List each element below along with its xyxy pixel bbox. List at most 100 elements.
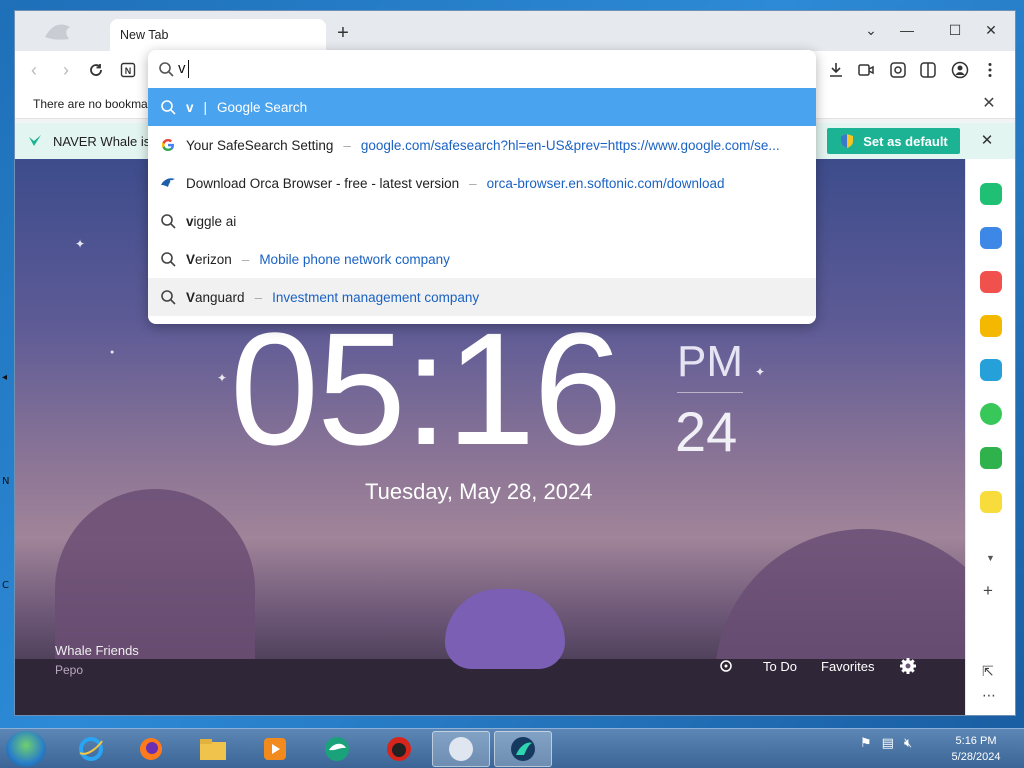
menu-button[interactable] (979, 59, 1001, 81)
flag-icon[interactable]: ⚑ (860, 735, 872, 751)
suggestion-separator: – (241, 251, 250, 267)
capture-button[interactable] (887, 59, 909, 81)
clock-divider (677, 392, 743, 393)
tab-list-chevron-icon[interactable]: ⌄ (859, 19, 883, 41)
suggestion-detail: google.com/safesearch?hl=en-US&prev=http… (360, 137, 780, 153)
memo-app-icon[interactable] (980, 491, 1002, 513)
bookmark-bar-close-button[interactable]: ✕ (979, 94, 999, 114)
maximize-button[interactable]: ☐ (943, 19, 967, 41)
clock-seconds: 24 (675, 400, 738, 463)
taskbar-date: 5/28/2024 (951, 751, 1001, 763)
whale-friends-name: Pepo (55, 663, 84, 677)
orca-icon (158, 173, 178, 193)
internet-explorer-taskbar-icon[interactable] (64, 731, 118, 767)
media-player-taskbar-icon[interactable] (248, 731, 302, 767)
system-tray: ⚑ ▤ 🔇︎ (860, 735, 912, 751)
clock-date: Tuesday, May 28, 2024 (365, 479, 593, 504)
omnibox-suggestion[interactable]: Vanguard – Investment management company (148, 278, 816, 316)
theme-icon (720, 660, 732, 672)
whale-friends-title[interactable]: Whale Friends (55, 643, 139, 658)
omnibox-suggestion[interactable]: Download Orca Browser - free - latest ve… (148, 164, 816, 202)
more-horizontal-icon[interactable]: ⋯ (982, 687, 996, 704)
shield-icon (841, 134, 854, 148)
video-icon (858, 64, 874, 76)
bookmark-bar-empty-text: There are no bookma (33, 97, 148, 111)
papago-app-icon[interactable] (980, 447, 1002, 469)
download-icon (830, 63, 842, 77)
clock-ampm: PM (677, 337, 743, 386)
search-icon (158, 249, 178, 269)
tab-new-tab[interactable]: New Tab (110, 19, 326, 51)
set-as-default-label: Set as default (863, 133, 948, 149)
network-icon[interactable]: ▤ (882, 735, 894, 751)
todo-link[interactable]: To Do (763, 659, 797, 674)
infobar-close-button[interactable]: ✕ (977, 131, 997, 151)
browser-taskbar-icon[interactable] (432, 731, 490, 767)
reload-icon (90, 64, 102, 76)
naver-icon: N (120, 62, 136, 78)
settings-button[interactable] (899, 657, 917, 678)
address-bar[interactable]: v (148, 50, 816, 88)
explorer-taskbar-icon[interactable] (186, 731, 240, 767)
search-icon (159, 62, 174, 77)
omnibox-suggestion[interactable]: v | Google Search (148, 88, 816, 126)
suggestion-detail: Mobile phone network company (259, 251, 450, 267)
forward-button[interactable]: › (55, 59, 77, 81)
play-app-icon[interactable] (980, 403, 1002, 425)
split-view-button[interactable] (917, 59, 939, 81)
infobar-message: NAVER Whale is (53, 134, 151, 149)
chevron-down-icon[interactable]: ▼ (986, 553, 995, 563)
tab-title: New Tab (120, 28, 169, 42)
video-button[interactable] (855, 59, 877, 81)
omnibox-suggestion[interactable]: Your SafeSearch Setting – google.com/safes… (148, 126, 816, 164)
firefox-taskbar-icon[interactable] (124, 731, 178, 767)
edge-app-icon[interactable] (980, 359, 1002, 381)
open-external-icon[interactable]: ⇱ (982, 663, 994, 680)
suggestion-separator: – (469, 175, 477, 191)
star-app-icon[interactable] (980, 315, 1002, 337)
capture-icon (890, 62, 906, 78)
omnibox-suggestion[interactable]: viggle ai (148, 202, 816, 240)
suggestion-detail: orca-browser.en.softonic.com/download (486, 175, 725, 191)
set-as-default-button[interactable]: Set as default (827, 128, 960, 154)
theme-button[interactable] (719, 659, 733, 676)
suggestion-text: Vanguard (186, 289, 245, 305)
reload-button[interactable] (85, 59, 107, 81)
orca-taskbar-icon[interactable] (310, 731, 364, 767)
volume-muted-icon[interactable]: 🔇︎ (904, 735, 912, 751)
back-button[interactable]: ‹ (23, 59, 45, 81)
pocket-app-icon[interactable] (980, 271, 1002, 293)
suggestion-text: Your SafeSearch Setting (186, 137, 334, 153)
start-button[interactable] (6, 731, 46, 767)
split-view-icon (920, 62, 936, 78)
tab-strip: New Tab + ⌄ — ☐ ✕ (15, 11, 1015, 51)
more-vertical-icon (988, 63, 992, 77)
close-window-button[interactable]: ✕ (979, 19, 1003, 41)
whale-taskbar-icon[interactable] (494, 731, 552, 767)
taskbar-clock[interactable]: 5:16 PM 5/28/2024 (948, 733, 1004, 765)
new-tab-button[interactable]: + (333, 23, 353, 44)
right-sidebar: ▼ + ⇱ ⋯ (965, 159, 1015, 715)
minimize-button[interactable]: — (895, 19, 919, 41)
gear-icon (900, 658, 916, 674)
suggestion-detail: Google Search (217, 99, 308, 115)
google-icon (158, 135, 178, 155)
wallet-app-icon[interactable] (980, 227, 1002, 249)
search-icon (158, 97, 178, 117)
add-app-icon[interactable]: + (983, 581, 993, 601)
search-icon (158, 211, 178, 231)
profile-button[interactable] (949, 59, 971, 81)
clock-time: 05:16 (230, 299, 622, 478)
download-button[interactable] (825, 59, 847, 81)
notification-app-icon[interactable] (980, 183, 1002, 205)
omnibox-suggestion[interactable]: Verizon – Mobile phone network company (148, 240, 816, 278)
suggestion-detail: Investment management company (272, 289, 480, 305)
svg-text:N: N (125, 66, 132, 76)
game-taskbar-icon[interactable] (372, 731, 426, 767)
naver-button[interactable]: N (117, 59, 139, 81)
favorites-link[interactable]: Favorites (821, 659, 874, 674)
suggestion-separator: | (203, 99, 208, 115)
profile-icon (951, 61, 969, 79)
suggestion-text: viggle ai (186, 213, 237, 229)
suggestion-text: v (186, 99, 194, 115)
